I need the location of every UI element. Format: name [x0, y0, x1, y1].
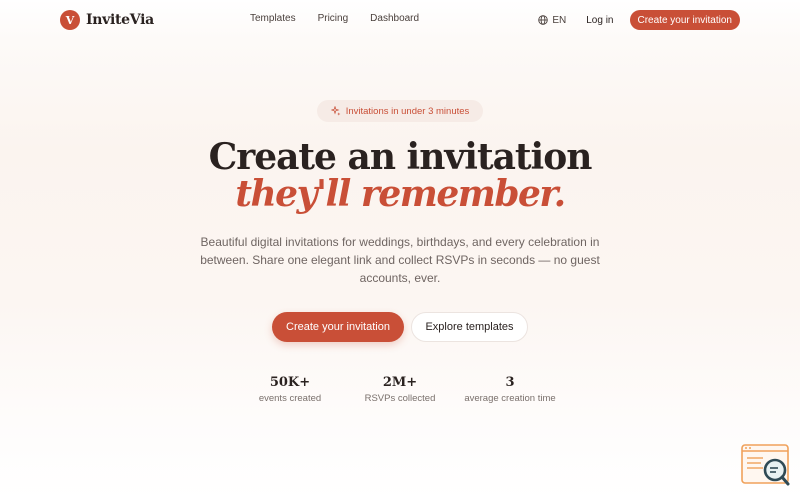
nav-links: Templates Pricing Dashboard — [250, 13, 441, 24]
nav-link-pricing[interactable]: Pricing — [318, 13, 349, 24]
globe-icon — [538, 15, 549, 25]
nav-create-invitation-button[interactable]: Create your invitation — [629, 10, 740, 30]
brand-logo[interactable]: V InviteVia — [60, 10, 154, 30]
search-document-icon — [741, 444, 790, 486]
nav-link-dashboard[interactable]: Dashboard — [370, 13, 419, 24]
hero-subtitle: Beautiful digital invitations for weddin… — [200, 235, 600, 285]
explore-templates-button[interactable]: Explore templates — [411, 312, 528, 342]
create-invitation-button[interactable]: Create your invitation — [272, 312, 404, 342]
brand-name: InviteVia — [86, 12, 154, 28]
hero-title-accent: they'll remember. — [235, 173, 566, 215]
floating-help-widget[interactable] — [741, 444, 791, 488]
hero-badge: Invitations in under 3 minutes — [317, 100, 483, 122]
stat-creation-time: 3 average creation time — [450, 374, 570, 406]
stat-value: 50K+ — [269, 375, 311, 390]
nav-actions: EN Log in Create your invitation — [538, 10, 740, 30]
nav-link-templates[interactable]: Templates — [250, 13, 296, 24]
language-label: EN — [552, 14, 567, 26]
stat-label: RSVPs collected — [364, 393, 436, 404]
stat-label: average creation time — [464, 393, 556, 404]
stat-rsvps: 2M+ RSVPs collected — [340, 374, 460, 406]
language-selector[interactable]: EN — [538, 15, 566, 26]
stat-events: 50K+ events created — [230, 374, 350, 406]
logo-mark: V — [60, 10, 80, 30]
login-link[interactable]: Log in — [586, 15, 613, 26]
hero-badge-label: Invitations in under 3 minutes — [345, 105, 470, 117]
top-nav: V InviteVia Templates Pricing Dashboard … — [0, 0, 800, 40]
sparkle-icon — [330, 106, 341, 116]
stat-value: 3 — [505, 375, 515, 390]
stat-value: 2M+ — [382, 375, 418, 390]
stat-label: events created — [258, 393, 322, 404]
